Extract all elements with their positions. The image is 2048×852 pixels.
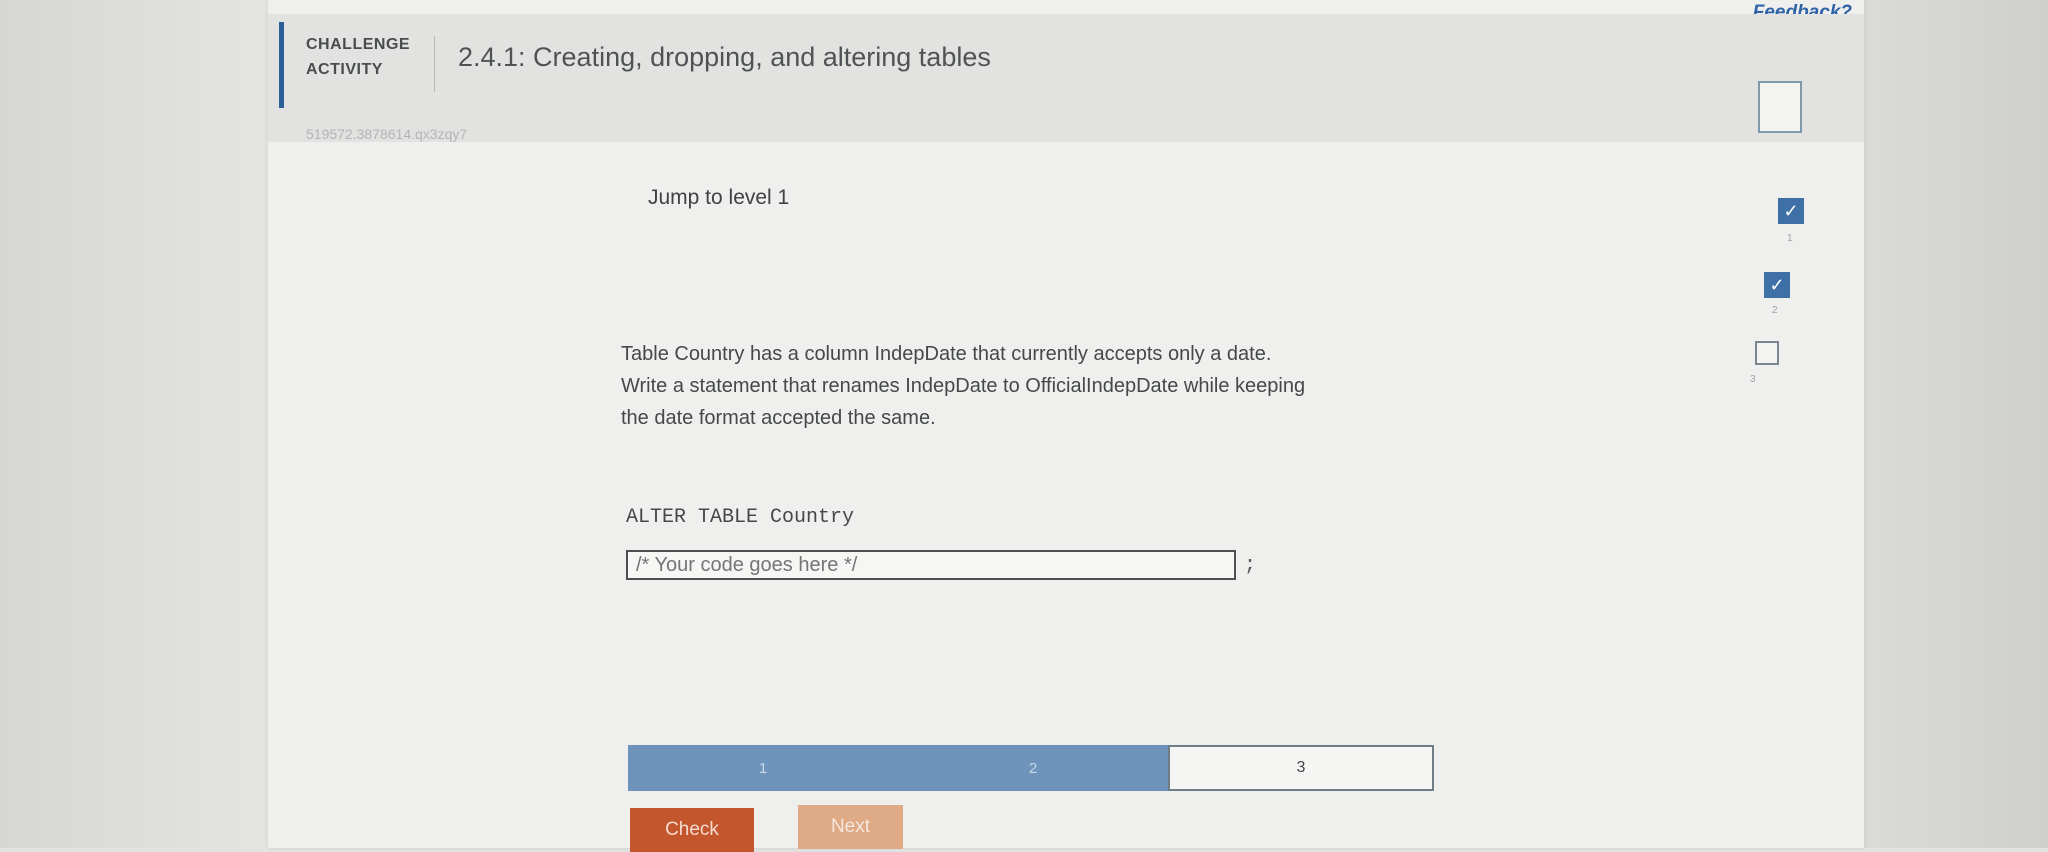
rail-level-number: 2 (1772, 305, 1778, 316)
jump-to-level-select[interactable]: Jump to level 1 (648, 186, 789, 210)
rail-level-number: 3 (1750, 374, 1756, 385)
empty-checkbox-icon (1755, 341, 1779, 365)
prompt-line: Table Country has a column IndepDate tha… (621, 343, 1272, 365)
prompt-line: Write a statement that renames IndepDate… (621, 375, 1306, 397)
title-divider (434, 36, 435, 92)
check-button[interactable]: Check (630, 808, 754, 852)
activity-completion-box (1758, 81, 1802, 133)
level-segment-3[interactable]: 3 (1168, 745, 1434, 791)
next-button[interactable]: Next (798, 805, 903, 849)
activity-id: 519572.3878614.qx3zqy7 (306, 126, 468, 142)
rail-level-number: 1 (1787, 233, 1793, 244)
activity-type-label: CHALLENGE ACTIVITY (306, 32, 436, 82)
challenge-activity-card: Feedback? CHALLENGE ACTIVITY 2.4.1: Crea… (268, 0, 1864, 852)
prompt-line: the date format accepted the same. (621, 407, 936, 429)
checkmark-icon: ✓ (1778, 198, 1804, 224)
checkmark-icon: ✓ (1764, 272, 1790, 298)
activity-title: 2.4.1: Creating, dropping, and altering … (458, 42, 991, 72)
level-segment-2[interactable]: 2 (898, 745, 1168, 791)
code-suffix: ; (1244, 554, 1257, 577)
level-segment-1[interactable]: 1 (628, 745, 898, 791)
level-progress-bar: 1 2 3 (628, 745, 1434, 791)
code-input[interactable] (626, 550, 1236, 580)
activity-header: CHALLENGE ACTIVITY 2.4.1: Creating, drop… (268, 14, 1864, 142)
activity-type-line1: CHALLENGE (306, 36, 411, 53)
header-accent-bar (279, 22, 284, 108)
activity-type-line2: ACTIVITY (306, 61, 383, 78)
problem-prompt: Table Country has a column IndepDate tha… (621, 338, 1451, 434)
code-prefix: ALTER TABLE Country (626, 506, 855, 529)
